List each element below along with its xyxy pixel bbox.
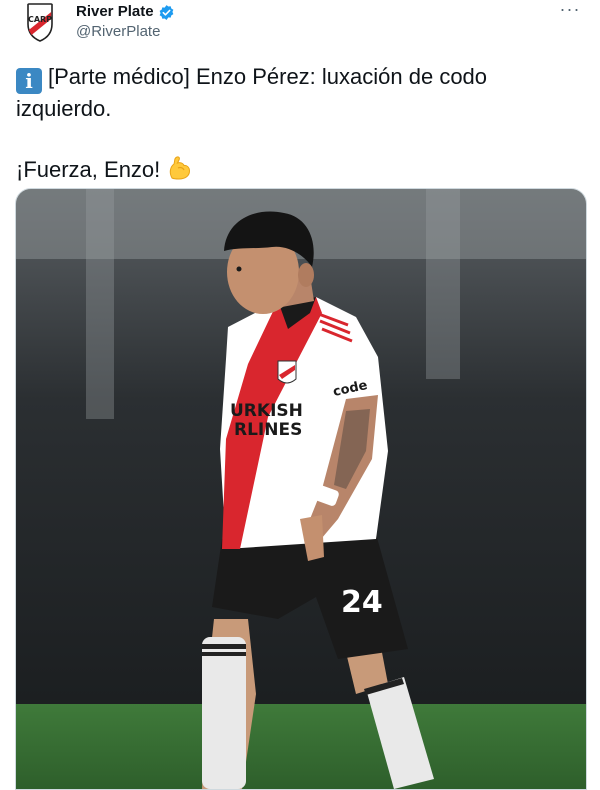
display-name[interactable]: River Plate xyxy=(76,3,154,21)
account-names: River Plate @RiverPlate xyxy=(76,3,175,42)
handle[interactable]: @RiverPlate xyxy=(76,22,175,42)
flexed-biceps-emoji-icon xyxy=(170,156,191,180)
information-emoji-icon: i xyxy=(16,68,42,94)
tweet-line-3: ¡Fuerza, Enzo! xyxy=(16,154,576,185)
shorts-number: 24 xyxy=(341,585,383,620)
avatar[interactable]: CARP xyxy=(18,0,62,44)
tweet-line-1: i [Parte médico] Enzo Pérez: luxación de … xyxy=(16,62,576,94)
tweet-text-line2: izquierdo. xyxy=(16,96,112,121)
more-options-icon[interactable]: ··· xyxy=(558,0,582,22)
shirt-sponsor-line2: RLINES xyxy=(234,420,302,440)
player-photo: 24 URKISH RLINES code xyxy=(16,189,586,789)
display-name-row[interactable]: River Plate xyxy=(76,3,175,21)
tweet-text-line3: ¡Fuerza, Enzo! xyxy=(16,157,161,182)
river-plate-crest-icon: CARP xyxy=(27,3,53,42)
tweet-media[interactable]: 24 URKISH RLINES code xyxy=(15,188,587,790)
verified-badge-icon xyxy=(159,4,173,20)
tweet-text: i [Parte médico] Enzo Pérez: luxación de … xyxy=(16,62,576,185)
tweet-header: CARP River Plate @RiverPlate ··· xyxy=(0,0,600,52)
tweet-text-line1: [Parte médico] Enzo Pérez: luxación de c… xyxy=(48,64,488,89)
shirt-sponsor-line1: URKISH xyxy=(230,401,303,421)
svg-text:CARP: CARP xyxy=(28,15,52,24)
